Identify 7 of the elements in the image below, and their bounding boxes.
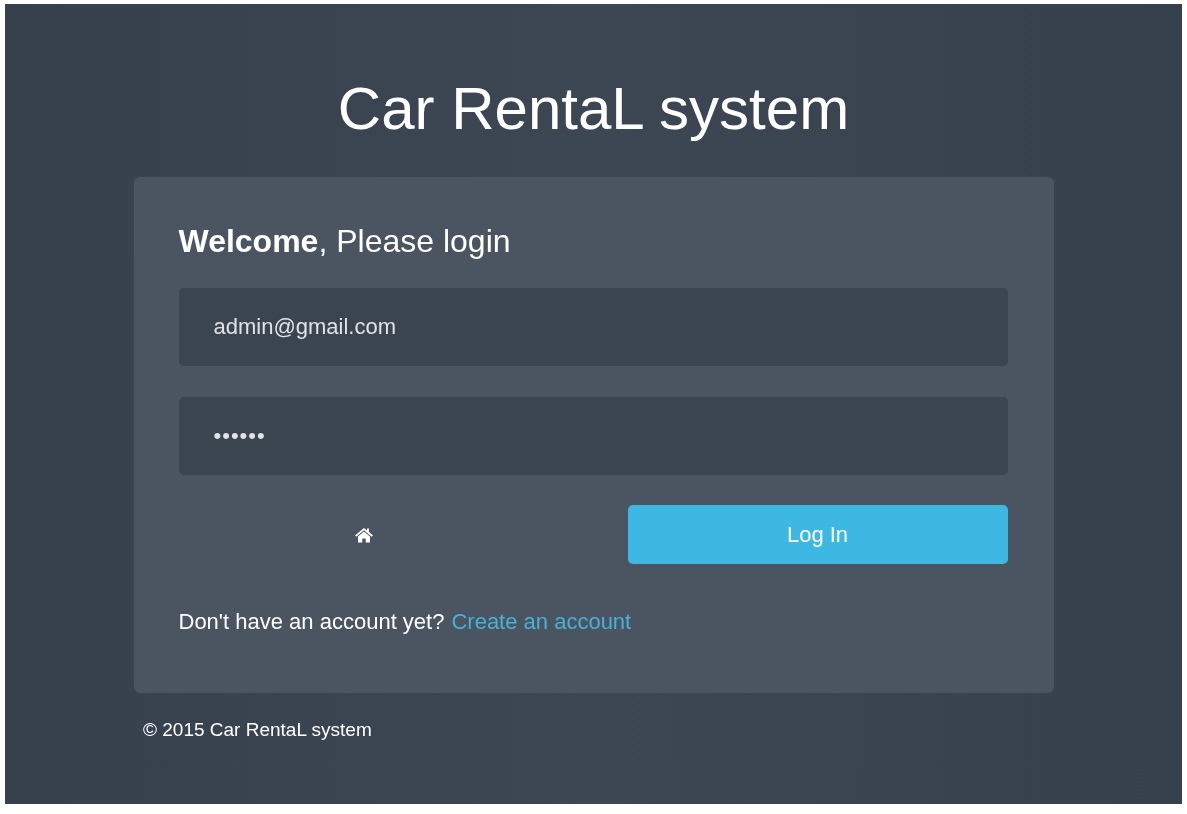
- home-icon[interactable]: [353, 526, 374, 543]
- password-field[interactable]: ••••••: [178, 397, 1008, 475]
- email-field[interactable]: admin@gmail.com: [178, 288, 1008, 366]
- page-title: Car RentaL system: [337, 74, 850, 144]
- footer-copyright: © 2015 Car RentaL system: [143, 719, 372, 741]
- signup-prompt: Don't have an account yet?: [178, 609, 445, 634]
- login-heading: Welcome, Please login: [178, 222, 512, 261]
